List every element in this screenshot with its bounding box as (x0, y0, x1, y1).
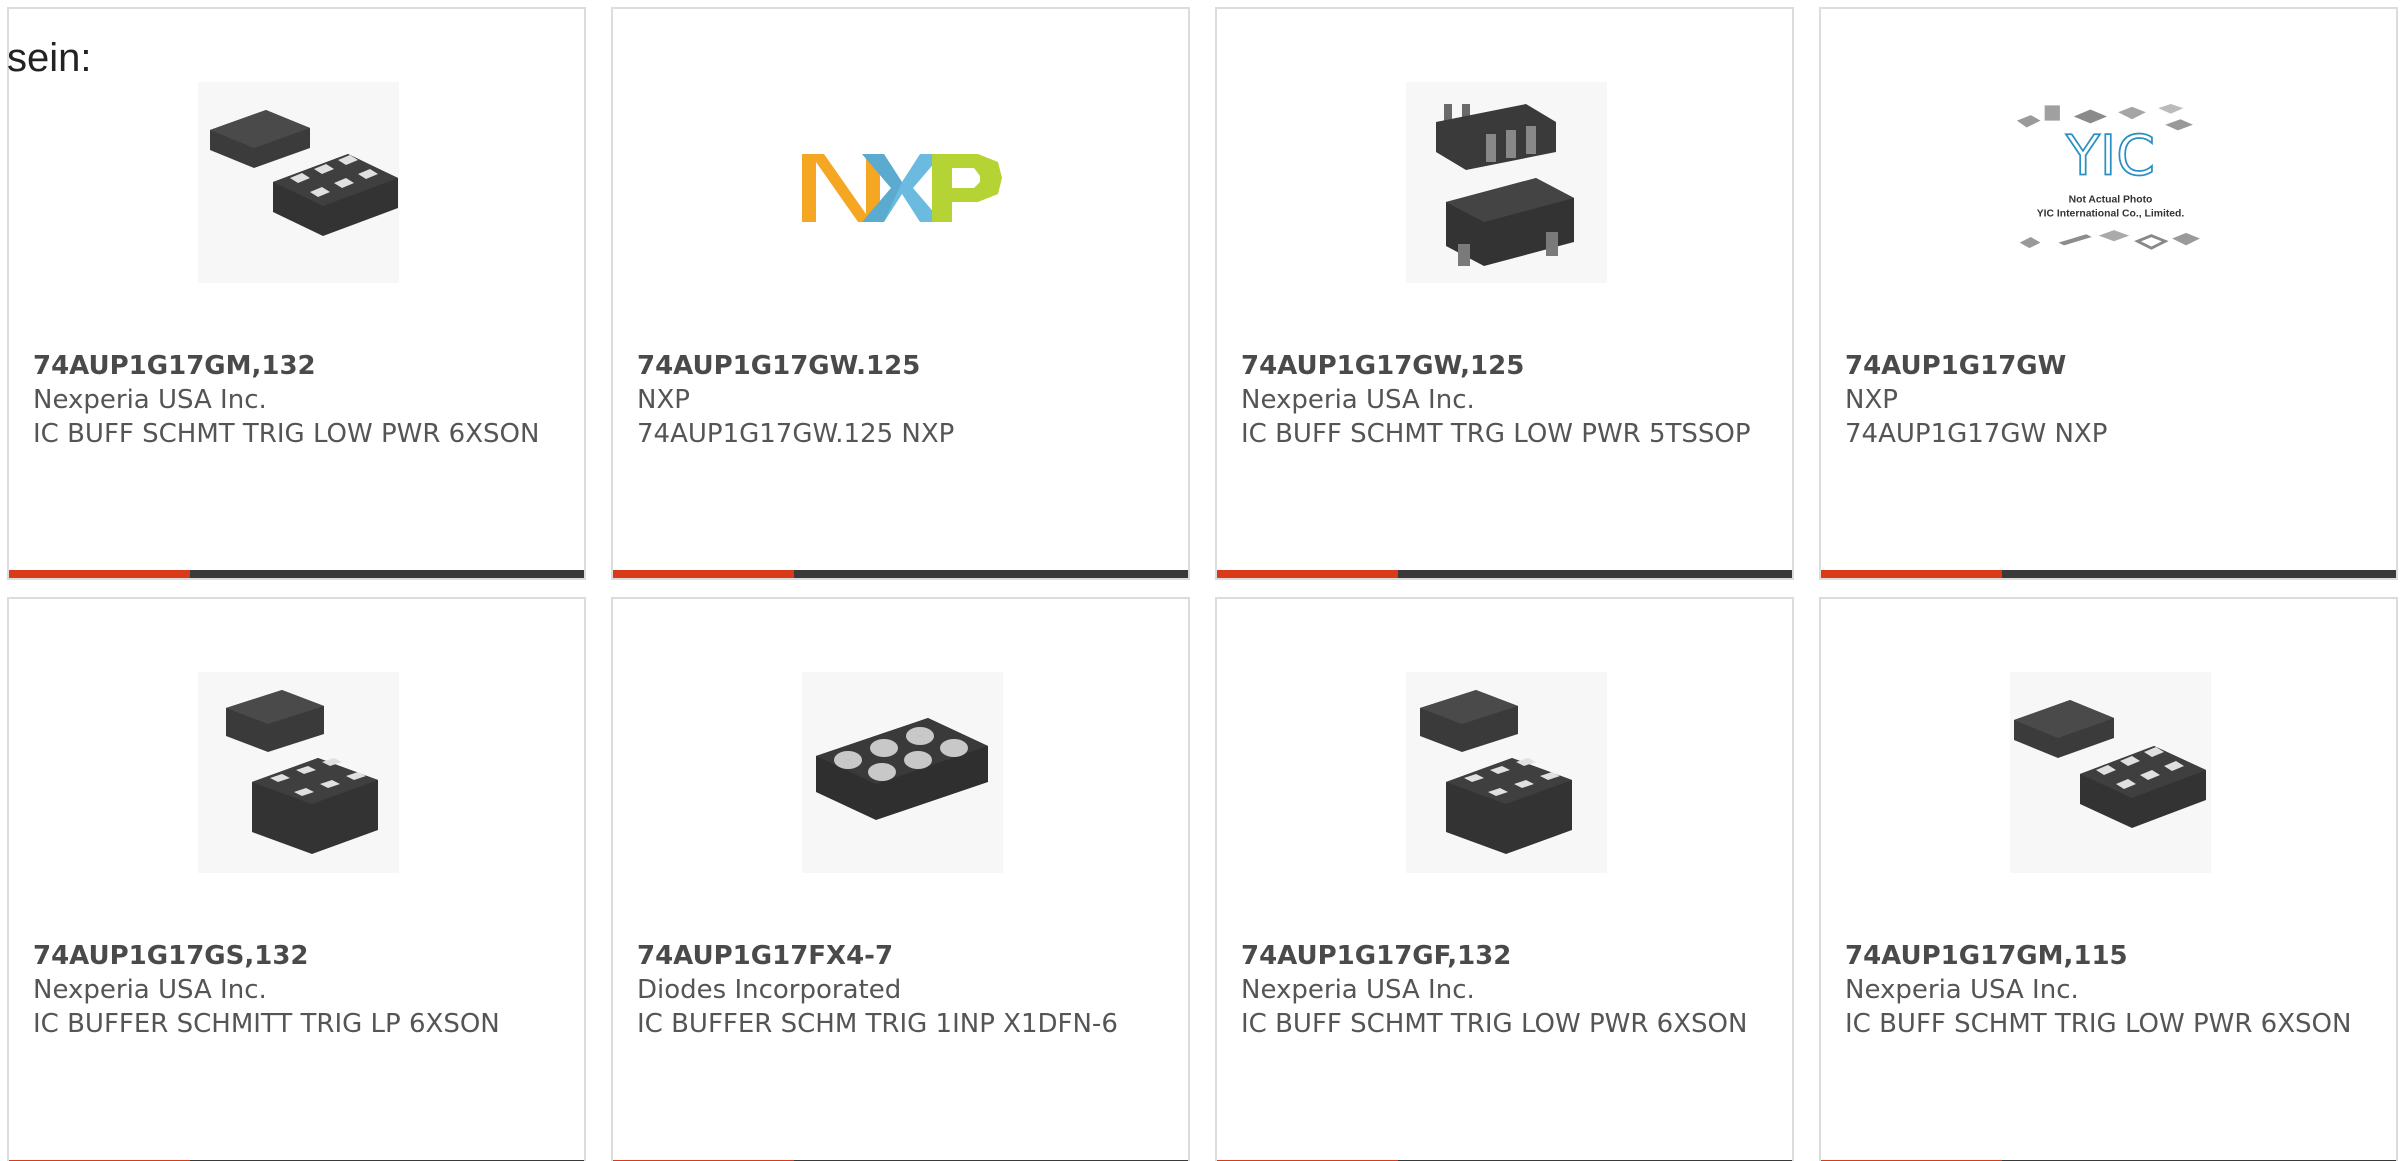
xson-package-icon[interactable] (2010, 672, 2211, 873)
product-info: 74AUP1G17GW NXP 74AUP1G17GW NXP (1845, 349, 2376, 451)
product-card[interactable]: 74AUP1G17GW.125 NXP 74AUP1G17GW.125 NXP (611, 7, 1190, 580)
manufacturer: Nexperia USA Inc. (33, 975, 267, 1005)
part-number[interactable]: 74AUP1G17GS,132 (33, 939, 564, 973)
product-card[interactable]: 74AUP1G17GS,132 Nexperia USA Inc. IC BUF… (7, 597, 586, 1161)
photo-caption-1: Not Actual Photo (2069, 194, 2153, 205)
manufacturer: Nexperia USA Inc. (1845, 975, 2079, 1005)
card-footer-accent (1217, 570, 1398, 578)
product-info: 74AUP1G17GS,132 Nexperia USA Inc. IC BUF… (33, 939, 564, 1041)
xson-package-icon[interactable] (198, 82, 399, 283)
manufacturer: Diodes Incorporated (637, 975, 902, 1005)
xson-package-icon[interactable] (1406, 672, 1607, 873)
product-card[interactable]: 74AUP1G17GW,125 Nexperia USA Inc. IC BUF… (1215, 7, 1794, 580)
manufacturer: Nexperia USA Inc. (1241, 975, 1475, 1005)
product-card[interactable]: 74AUP1G17GM,115 Nexperia USA Inc. IC BUF… (1819, 597, 2398, 1161)
x1dfn-package-icon[interactable] (802, 672, 1003, 873)
photo-caption-2: YIC International Co., Limited. (2037, 208, 2185, 219)
description: IC BUFFER SCHMITT TRIG LP 6XSON (33, 1009, 500, 1039)
nxp-logo[interactable] (802, 82, 1003, 283)
product-card[interactable]: 74AUP1G17GM,132 Nexperia USA Inc. IC BUF… (7, 7, 586, 580)
card-footer-accent (9, 570, 190, 578)
description: IC BUFF SCHMT TRG LOW PWR 5TSSOP (1241, 419, 1751, 449)
description: 74AUP1G17GW NXP (1845, 419, 2108, 449)
product-info: 74AUP1G17GM,132 Nexperia USA Inc. IC BUF… (33, 349, 564, 451)
product-info: 74AUP1G17GW.125 NXP 74AUP1G17GW.125 NXP (637, 349, 1168, 451)
card-footer-bar (1821, 570, 2396, 578)
card-footer-bar (613, 570, 1188, 578)
product-info: 74AUP1G17GF,132 Nexperia USA Inc. IC BUF… (1241, 939, 1772, 1041)
part-number[interactable]: 74AUP1G17GM,132 (33, 349, 564, 383)
part-number[interactable]: 74AUP1G17GW.125 (637, 349, 1168, 383)
product-card[interactable]: YIC Not Actual Photo YIC International C… (1819, 7, 2398, 580)
description: IC BUFF SCHMT TRIG LOW PWR 6XSON (1845, 1009, 2352, 1039)
product-card[interactable]: 74AUP1G17FX4-7 Diodes Incorporated IC BU… (611, 597, 1190, 1161)
yic-logo-text: YIC (2065, 124, 2155, 188)
description: IC BUFF SCHMT TRIG LOW PWR 6XSON (1241, 1009, 1748, 1039)
description: IC BUFFER SCHM TRIG 1INP X1DFN-6 (637, 1009, 1118, 1039)
card-footer-accent (1821, 570, 2002, 578)
product-grid-page: sein: 74AUP1G17GM,132 Nexperia USA Inc. … (0, 0, 2400, 1161)
card-footer-accent (613, 570, 794, 578)
part-number[interactable]: 74AUP1G17GW (1845, 349, 2376, 383)
card-footer-bar (1217, 570, 1792, 578)
part-number[interactable]: 74AUP1G17GW,125 (1241, 349, 1772, 383)
yic-placeholder-image[interactable]: YIC Not Actual Photo YIC International C… (2010, 82, 2211, 283)
product-card[interactable]: 74AUP1G17GF,132 Nexperia USA Inc. IC BUF… (1215, 597, 1794, 1161)
product-info: 74AUP1G17FX4-7 Diodes Incorporated IC BU… (637, 939, 1168, 1041)
part-number[interactable]: 74AUP1G17GM,115 (1845, 939, 2376, 973)
xson-package-icon[interactable] (198, 672, 399, 873)
description: IC BUFF SCHMT TRIG LOW PWR 6XSON (33, 419, 540, 449)
tssop-package-icon[interactable] (1406, 82, 1607, 283)
description: 74AUP1G17GW.125 NXP (637, 419, 955, 449)
card-footer-bar (9, 570, 584, 578)
manufacturer: NXP (637, 385, 690, 415)
product-info: 74AUP1G17GW,125 Nexperia USA Inc. IC BUF… (1241, 349, 1772, 451)
lead-text: sein: (7, 36, 92, 80)
part-number[interactable]: 74AUP1G17GF,132 (1241, 939, 1772, 973)
manufacturer: NXP (1845, 385, 1898, 415)
product-info: 74AUP1G17GM,115 Nexperia USA Inc. IC BUF… (1845, 939, 2376, 1041)
manufacturer: Nexperia USA Inc. (1241, 385, 1475, 415)
part-number[interactable]: 74AUP1G17FX4-7 (637, 939, 1168, 973)
manufacturer: Nexperia USA Inc. (33, 385, 267, 415)
